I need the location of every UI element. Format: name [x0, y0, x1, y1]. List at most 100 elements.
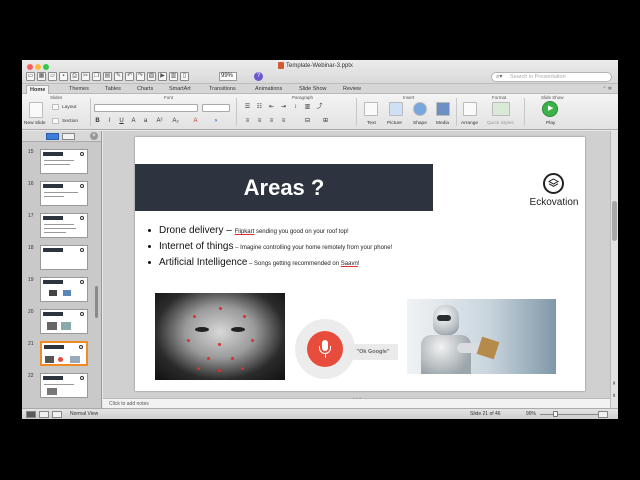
tab-animations[interactable]: Animations [252, 85, 285, 94]
undo-icon[interactable]: ↶ [125, 72, 134, 81]
zoom-slider-knob[interactable] [553, 411, 558, 417]
cut-icon[interactable]: ✂ [81, 72, 90, 81]
slide-thumbnail-selected[interactable] [40, 341, 88, 366]
quick-styles-button[interactable]: Quick Styles [487, 121, 514, 126]
tab-home[interactable]: Home [26, 85, 50, 94]
shape-icon[interactable] [413, 102, 427, 116]
align-center-icon[interactable]: ≡ [256, 118, 263, 125]
section-button[interactable]: Section [62, 119, 78, 124]
shape-button[interactable]: Shape [413, 121, 427, 126]
format-painter-icon[interactable]: ✎ [114, 72, 123, 81]
media-icon[interactable] [436, 102, 450, 116]
presenter-view-button[interactable] [52, 411, 62, 418]
ribbon-collapse-icon[interactable]: ⌃ ✲ [602, 86, 612, 92]
thumbnail-row[interactable]: 21 [22, 339, 101, 369]
font-size-combo[interactable] [202, 104, 230, 112]
paste-icon[interactable]: ▤ [103, 72, 112, 81]
subscript-icon[interactable]: A₂ [172, 118, 179, 125]
text-button[interactable]: Text [367, 121, 376, 126]
underline-icon[interactable]: U [118, 118, 125, 125]
prev-slide-icon[interactable]: ⇞ [612, 381, 616, 387]
numbering-icon[interactable]: ☷ [256, 104, 263, 111]
thumbnail-row[interactable]: 20 [22, 307, 101, 337]
play-button[interactable]: Play [546, 121, 555, 126]
tab-slide-show[interactable]: Slide Show [296, 85, 330, 94]
font-name-combo[interactable] [94, 104, 198, 112]
strikethrough-icon[interactable]: a [142, 118, 149, 125]
editor-scroll-thumb[interactable] [612, 201, 617, 241]
text-highlight-icon[interactable]: ◑ [212, 118, 219, 125]
close-panel-icon[interactable]: × [90, 132, 98, 140]
editor-scrollbar[interactable]: ⇞ ⇟ [610, 131, 618, 408]
thumbnail-row[interactable]: 16 [22, 179, 101, 209]
save-icon[interactable]: ▪ [59, 72, 68, 81]
picture-button[interactable]: Picture [387, 121, 402, 126]
thumbnail-row[interactable]: 15 [22, 147, 101, 177]
tab-tables[interactable]: Tables [102, 85, 124, 94]
next-slide-icon[interactable]: ⇟ [612, 393, 616, 399]
slide-thumbnail[interactable] [40, 373, 88, 398]
slide-thumbnail[interactable] [40, 245, 88, 270]
picture-insert-icon[interactable] [389, 102, 403, 116]
new-icon[interactable]: ▭ [26, 72, 35, 81]
panel-scrollbar[interactable] [95, 286, 98, 318]
shadow-icon[interactable]: A [130, 118, 137, 125]
zoom-combo[interactable]: 99% [219, 72, 237, 81]
convert-smartart-icon[interactable]: ⊞ [322, 118, 329, 125]
help-icon[interactable]: ? [254, 72, 263, 81]
robot-image[interactable] [407, 299, 556, 374]
arrange-icon[interactable] [463, 102, 477, 116]
slide-canvas[interactable]: Areas ? Eckovation Drone delivery – Flip… [135, 137, 585, 391]
minimize-window-button[interactable] [35, 64, 41, 70]
font-color-icon[interactable]: A [192, 118, 199, 125]
slide-thumbnail[interactable] [40, 277, 88, 302]
bullet-list[interactable]: Drone delivery – Flipkart sending you go… [147, 225, 577, 273]
notes-resize-grip[interactable]: • • • [353, 396, 361, 402]
search-box[interactable]: ⌕▾ Search in Presentation [491, 72, 612, 82]
tab-charts[interactable]: Charts [134, 85, 156, 94]
sidebar-icon[interactable]: ▯ [180, 72, 189, 81]
slide-thumbnail[interactable] [40, 309, 88, 334]
decrease-indent-icon[interactable]: ⇤ [268, 104, 275, 111]
new-slide-button[interactable]: New Slide [24, 121, 46, 126]
copy-icon[interactable]: ❐ [92, 72, 101, 81]
picture-icon[interactable]: ▧ [147, 72, 156, 81]
thumbnail-row[interactable]: 18 [22, 243, 101, 273]
slide-title[interactable]: Areas ? [135, 164, 433, 211]
fit-to-window-button[interactable] [598, 411, 608, 418]
line-spacing-icon[interactable]: ↕ [292, 104, 299, 111]
slideshow-icon[interactable]: ▶ [158, 72, 167, 81]
bullets-icon[interactable]: ☰ [244, 104, 251, 111]
redo-icon[interactable]: ↷ [136, 72, 145, 81]
outline-view-button[interactable] [62, 133, 75, 140]
slides-view-button[interactable] [46, 133, 59, 140]
zoom-slider[interactable] [540, 414, 600, 415]
justify-icon[interactable]: ≡ [280, 118, 287, 125]
superscript-icon[interactable]: A² [156, 118, 163, 125]
slide-thumbnail[interactable] [40, 181, 88, 206]
print-icon[interactable]: ⎙ [70, 72, 79, 81]
text-direction-icon[interactable]: ⤴ [316, 104, 323, 111]
slide-sorter-button[interactable] [39, 411, 49, 418]
bold-icon[interactable]: B [94, 118, 101, 125]
slide-thumbnail[interactable] [40, 213, 88, 238]
tab-transitions[interactable]: Transitions [206, 85, 239, 94]
arrange-button[interactable]: Arrange [461, 121, 478, 126]
quick-styles-icon[interactable] [492, 102, 510, 116]
media-button[interactable]: Media [436, 121, 449, 126]
close-window-button[interactable] [27, 64, 33, 70]
zoom-window-button[interactable] [43, 64, 49, 70]
align-text-icon[interactable]: ⊟ [304, 118, 311, 125]
normal-view-button[interactable] [26, 411, 36, 418]
increase-indent-icon[interactable]: ⇥ [280, 104, 287, 111]
thumbnail-row[interactable]: 19 [22, 275, 101, 305]
columns-icon[interactable]: ▥ [304, 104, 311, 111]
layout-button[interactable]: Layout [62, 105, 76, 110]
templates-icon[interactable]: ▦ [37, 72, 46, 81]
italic-icon[interactable]: I [106, 118, 113, 125]
face-recognition-image[interactable] [155, 293, 285, 380]
new-slide-icon[interactable] [29, 102, 43, 118]
tab-review[interactable]: Review [340, 85, 364, 94]
tab-smartart[interactable]: SmartArt [166, 85, 194, 94]
slide-thumbnail[interactable] [40, 149, 88, 174]
